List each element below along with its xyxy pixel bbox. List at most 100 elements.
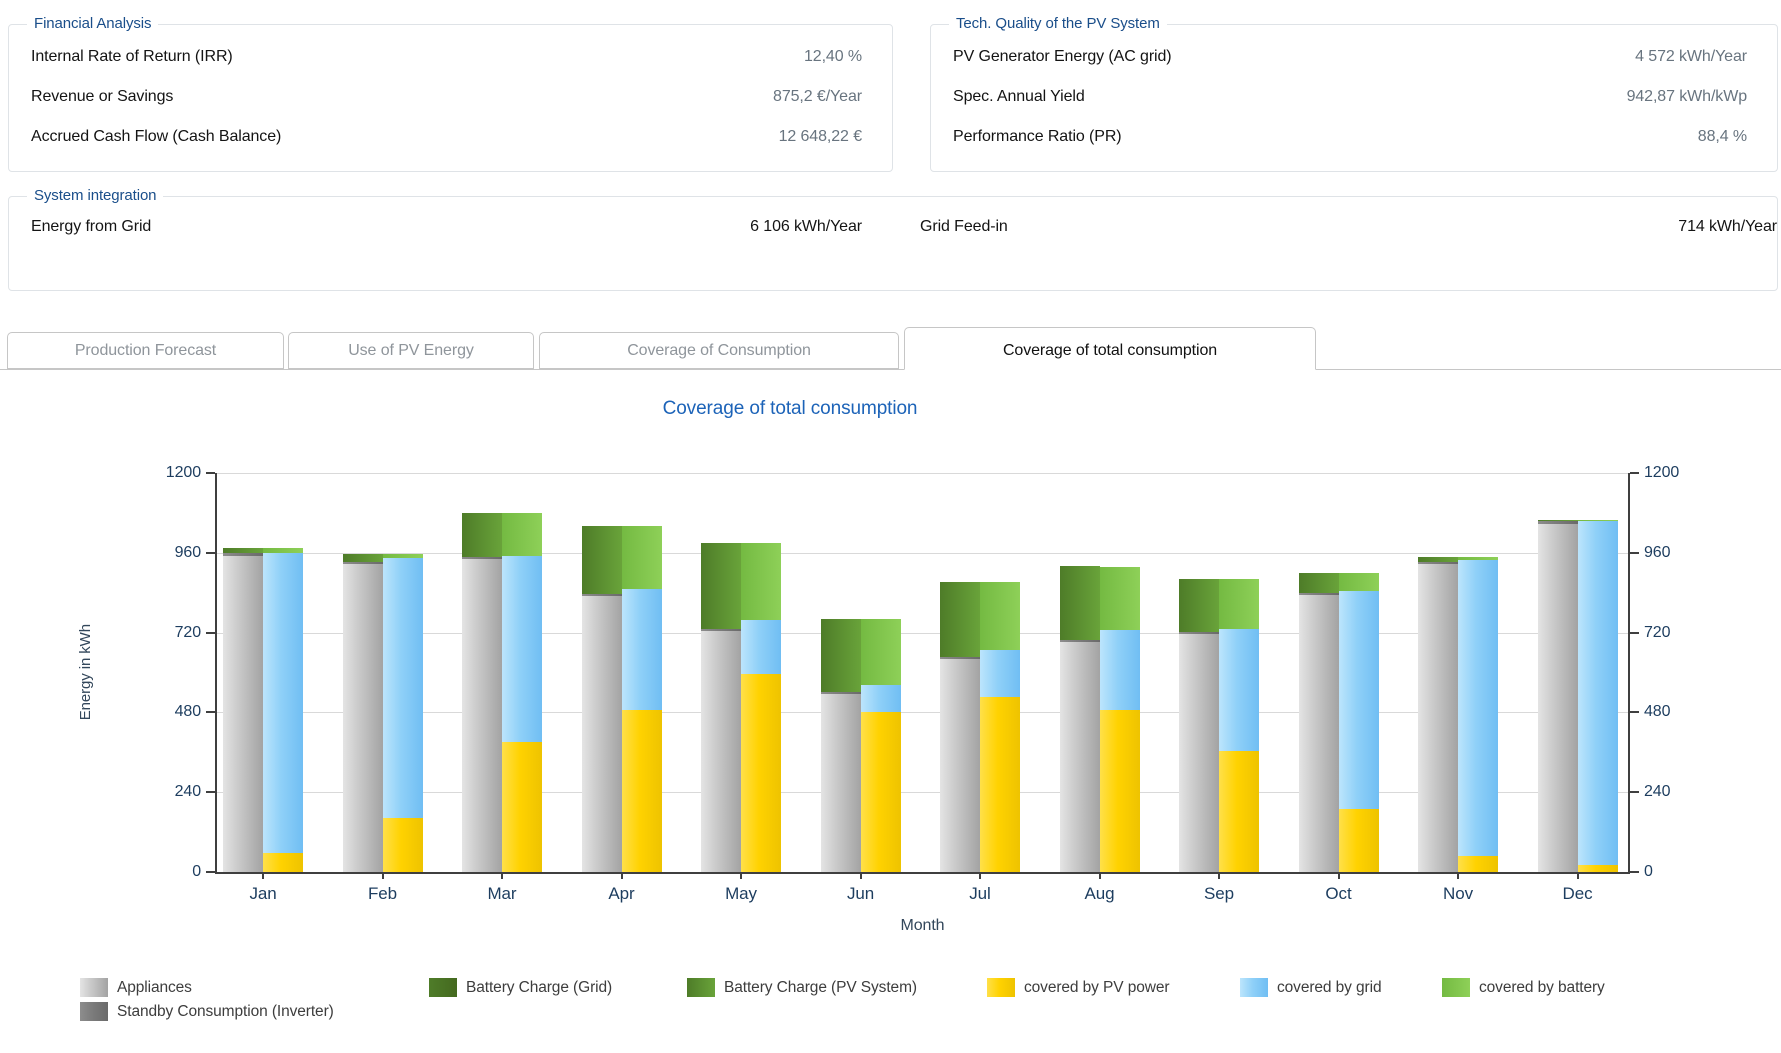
bar-segment-grid-oct [1339,591,1379,809]
legend-swatch-grid [1240,978,1268,997]
consumption-bar-may [701,543,741,872]
legend-item-grid: covered by grid [1240,978,1381,997]
gridline-480 [217,712,1628,713]
y-tick-l-1200 [206,472,215,474]
gridline-720 [217,633,1628,634]
x-tick-label-mar: Mar [452,884,552,904]
y-tick-l-720 [206,632,215,634]
bar-segment-grid-may [741,620,781,673]
x-tick-mar [501,872,503,879]
cashflow-label: Accrued Cash Flow (Cash Balance) [31,128,281,146]
month-group-jul [940,582,1020,872]
legend-item-batt_pv: Battery Charge (PV System) [687,978,917,997]
cashflow-value: 12 648,22 € [779,128,862,146]
tech-quality-panel: Tech. Quality of the PV System PV Genera… [930,24,1778,172]
x-tick-label-oct: Oct [1289,884,1389,904]
bar-segment-pv-jul [980,697,1020,872]
bar-segment-pv-oct [1339,809,1379,872]
consumption-bar-feb [343,554,383,872]
bar-segment-appliances-jan [223,556,263,872]
y-tick-label-r-1200: 1200 [1644,464,1704,482]
y-tick-label-r-480: 480 [1644,703,1704,721]
x-tick-label-nov: Nov [1408,884,1508,904]
x-tick-dec [1577,872,1579,879]
bar-segment-appliances-jun [821,694,861,872]
y-tick-label-r-240: 240 [1644,783,1704,801]
bar-segment-pv-jan [263,853,303,872]
y-tick-l-480 [206,711,215,713]
consumption-bar-apr [582,526,622,872]
y-tick-l-240 [206,791,215,793]
pv-energy-row: PV Generator Energy (AC grid) 4 572 kWh/… [931,37,1777,77]
y-tick-label-l-0: 0 [141,863,201,881]
y-axis-line-left [215,473,217,872]
x-tick-label-jul: Jul [930,884,1030,904]
gridline-1200 [217,473,1628,474]
revenue-value: 875,2 €/Year [773,88,862,106]
y-tick-label-r-720: 720 [1644,624,1704,642]
tab-coverage-of-consumption[interactable]: Coverage of Consumption [539,332,899,369]
legend-swatch-battery [1442,978,1470,997]
y-tick-r-1200 [1630,472,1639,474]
month-group-apr [582,526,662,872]
coverage-bar-apr [622,526,662,872]
consumption-bar-dec [1538,520,1578,872]
tab-production-forecast[interactable]: Production Forecast [7,332,284,369]
month-group-dec [1538,520,1618,872]
gridline-960 [217,553,1628,554]
bar-segment-grid-apr [622,589,662,709]
x-tick-oct [1338,872,1340,879]
bar-segment-grid-aug [1100,630,1140,710]
bar-segment-battery-sep [1219,579,1259,629]
irr-value: 12,40 % [804,48,862,66]
bar-segment-pv-apr [622,710,662,872]
x-tick-nov [1457,872,1459,879]
tabbar-baseline [0,369,1781,370]
y-tick-r-240 [1630,791,1639,793]
legend-swatch-standby [80,1002,108,1021]
bar-segment-pv-mar [502,742,542,872]
legend-swatch-appliances [80,978,108,997]
bar-segment-grid-jun [861,685,901,713]
pv-energy-label: PV Generator Energy (AC grid) [953,48,1172,66]
legend-swatch-batt_grid [429,978,457,997]
month-group-sep [1179,579,1259,872]
consumption-bar-jul [940,582,980,872]
irr-label: Internal Rate of Return (IRR) [31,48,233,66]
y-tick-label-r-0: 0 [1644,863,1704,881]
x-tick-label-jun: Jun [811,884,911,904]
coverage-bar-aug [1100,566,1140,872]
coverage-bar-jun [861,619,901,872]
legend-item-pv: covered by PV power [987,978,1169,997]
coverage-bar-jul [980,582,1020,872]
y-tick-label-r-960: 960 [1644,544,1704,562]
legend-item-batt_grid: Battery Charge (Grid) [429,978,612,997]
x-tick-feb [382,872,384,879]
tab-use-of-pv-energy[interactable]: Use of PV Energy [288,332,534,369]
x-tick-jul [979,872,981,879]
annual-yield-row: Spec. Annual Yield 942,87 kWh/kWp [931,77,1777,117]
bar-segment-appliances-nov [1418,564,1458,872]
consumption-bar-nov [1418,557,1458,872]
revenue-row: Revenue or Savings 875,2 €/Year [9,77,892,117]
bar-segment-battery-aug [1100,567,1140,631]
tech-quality-title: Tech. Quality of the PV System [949,15,1167,32]
grid-feed-in-value: 714 kWh/Year [1678,218,1777,236]
consumption-bar-mar [462,513,502,872]
month-group-may [701,543,781,872]
tab-coverage-of-total-consumption[interactable]: Coverage of total consumption [904,327,1316,370]
legend-label-batt_grid: Battery Charge (Grid) [466,979,612,997]
cashflow-row: Accrued Cash Flow (Cash Balance) 12 648,… [9,117,892,157]
coverage-bar-feb [383,554,423,872]
bar-segment-batt_pv-jun [821,619,861,692]
y-tick-l-960 [206,552,215,554]
consumption-bar-jun [821,619,861,872]
energy-from-grid-label: Energy from Grid [31,218,151,236]
month-group-feb [343,554,423,872]
bar-segment-pv-feb [383,818,423,872]
bar-segment-grid-mar [502,556,542,742]
legend-item-appliances: Appliances [80,978,192,997]
legend-swatch-pv [987,978,1015,997]
bar-segment-appliances-may [701,631,741,872]
coverage-bar-mar [502,513,542,872]
